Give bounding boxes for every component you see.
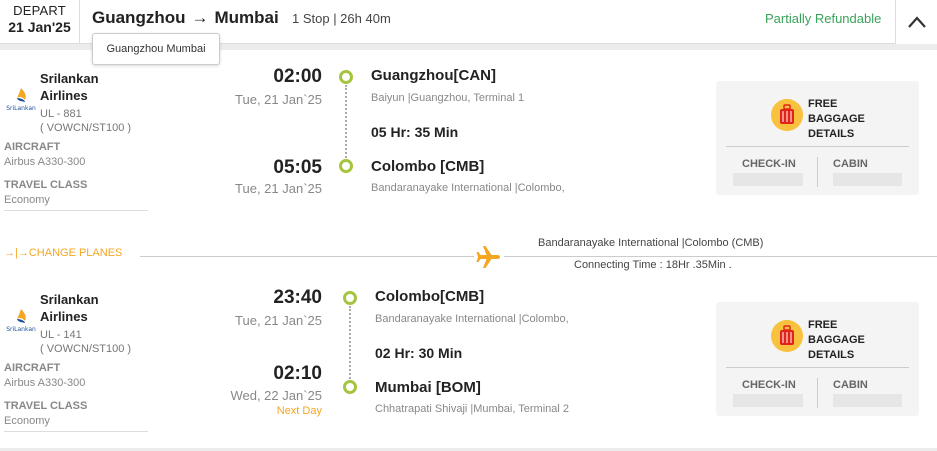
baggage-box[interactable]: FREE BAGGAGE DETAILS CHECK-IN CABIN: [716, 81, 919, 195]
svg-text:SriLankan: SriLankan: [6, 105, 36, 112]
next-day-label: Next Day: [276, 405, 322, 417]
arrival-airport: Bandaranayake International |Colombo,: [371, 182, 565, 194]
flight-segment-2: SriLankan Srilankan Airlines UL - 141 ( …: [0, 285, 937, 445]
destination-city: Mumbai: [214, 8, 279, 27]
depart-date-box: DEPART 21 Jan'25: [0, 0, 80, 44]
cabin-label: CABIN: [833, 379, 868, 391]
depart-date: 21 Jan'25: [8, 19, 71, 35]
timeline-line: [345, 85, 347, 158]
collapse-button[interactable]: [895, 0, 937, 44]
baggage-title-line: BAGGAGE: [808, 113, 865, 125]
aircraft-value: Airbus A330-300: [4, 377, 86, 389]
airplane-icon: [474, 242, 504, 272]
srilankan-logo-icon: SriLankan: [6, 88, 36, 112]
baggage-title: FREE BAGGAGE DETAILS: [808, 318, 865, 363]
origin-city: Guangzhou: [92, 8, 186, 27]
baggage-divider: [726, 367, 909, 368]
arrival-time: 05:05: [273, 157, 322, 178]
departure-airport: Baiyun |Guangzhou, Terminal 1: [371, 92, 525, 104]
arrival-date: Tue, 21 Jan`25: [235, 181, 322, 196]
departure-date: Tue, 21 Jan`25: [235, 92, 322, 107]
arrival-date: Wed, 22 Jan`25: [230, 388, 322, 403]
srilankan-logo-icon: SriLankan: [6, 309, 36, 333]
layover-line: [140, 256, 937, 257]
baggage-box[interactable]: FREE BAGGAGE DETAILS CHECK-IN CABIN: [716, 302, 919, 416]
arrival-airport: Chhatrapati Shivaji |Mumbai, Terminal 2: [375, 403, 570, 415]
departure-city: Guangzhou[CAN]: [371, 67, 496, 84]
times-column: 23:40 Tue, 21 Jan`25 02:10 Wed, 22 Jan`2…: [200, 285, 322, 445]
departure-time: 23:40: [273, 287, 322, 308]
checkin-label: CHECK-IN: [742, 379, 796, 391]
aircraft-label: AIRCRAFT: [4, 141, 61, 153]
departure-city: Colombo[CMB]: [375, 288, 485, 305]
flight-segment-1: SriLankan Srilankan Airlines UL - 881 ( …: [0, 64, 937, 224]
route-title[interactable]: Guangzhou → Mumbai: [92, 8, 279, 28]
departure-airport: Bandaranayake International |Colombo,: [375, 313, 569, 325]
connecting-time: Connecting Time : 18Hr .35Min .: [574, 259, 732, 271]
baggage-title: FREE BAGGAGE DETAILS: [808, 97, 865, 142]
refund-status: Partially Refundable: [765, 11, 882, 26]
fare-class: ( VOWCN/ST100 ): [40, 122, 132, 134]
stops-duration: 1 Stop | 26h 40m: [292, 11, 391, 26]
suitcase-icon: [771, 320, 803, 352]
flight-duration: 05 Hr: 35 Min: [371, 124, 459, 140]
baggage-title-line: FREE: [808, 98, 838, 110]
flight-details-card: SriLankan Srilankan Airlines UL - 881 ( …: [0, 50, 937, 448]
travel-class-value: Economy: [4, 194, 50, 206]
route-tooltip: Guangzhou Mumbai: [92, 33, 220, 65]
departure-date: Tue, 21 Jan`25: [235, 313, 322, 328]
timeline-line: [349, 306, 351, 379]
checkin-value-placeholder: [733, 394, 803, 407]
flight-timeline: [338, 64, 354, 224]
checkin-label: CHECK-IN: [742, 158, 796, 170]
arrival-dot-icon: [339, 159, 353, 173]
arrival-city: Mumbai [BOM]: [375, 379, 481, 396]
layover-airport: Bandaranayake International |Colombo (CM…: [538, 237, 764, 249]
flight-timeline: [342, 285, 358, 445]
aircraft-label: AIRCRAFT: [4, 362, 61, 374]
arrival-time: 02:10: [273, 363, 322, 384]
baggage-title-line: FREE: [808, 319, 838, 331]
cabin-value-placeholder: [833, 394, 902, 407]
aircraft-value: Airbus A330-300: [4, 156, 86, 168]
departure-dot-icon: [339, 70, 353, 84]
arrival-city: Colombo [CMB]: [371, 158, 485, 175]
flight-duration: 02 Hr: 30 Min: [375, 345, 463, 361]
baggage-vertical-divider: [817, 378, 818, 408]
travel-class-label: TRAVEL CLASS: [4, 179, 88, 191]
airline-info: SriLankan Srilankan Airlines UL - 141 ( …: [4, 289, 148, 432]
cabin-value-placeholder: [833, 173, 902, 186]
layover-row: →|→CHANGE PLANES Bandaranayake Internati…: [0, 236, 937, 278]
flight-number: UL - 881: [40, 108, 82, 120]
baggage-title-line: BAGGAGE: [808, 334, 865, 346]
baggage-title-line: DETAILS: [808, 128, 855, 140]
svg-text:SriLankan: SriLankan: [6, 326, 36, 333]
suitcase-icon: [771, 99, 803, 131]
baggage-vertical-divider: [817, 157, 818, 187]
change-planes-label: →|→CHANGE PLANES: [4, 247, 125, 259]
route-arrow-icon: →: [191, 8, 209, 27]
airline-name: Srilankan Airlines: [40, 292, 99, 324]
travel-class-value: Economy: [4, 415, 50, 427]
airline-name: Srilankan Airlines: [40, 71, 99, 103]
times-column: 02:00 Tue, 21 Jan`25 05:05 Tue, 21 Jan`2…: [200, 64, 322, 224]
chevron-up-icon: [907, 16, 926, 28]
departure-time: 02:00: [273, 66, 322, 87]
checkin-value-placeholder: [733, 173, 803, 186]
departure-dot-icon: [343, 291, 357, 305]
depart-label: DEPART: [13, 3, 66, 18]
travel-class-label: TRAVEL CLASS: [4, 400, 88, 412]
baggage-title-line: DETAILS: [808, 349, 855, 361]
flight-number: UL - 141: [40, 329, 82, 341]
fare-class: ( VOWCN/ST100 ): [40, 343, 132, 355]
airline-info: SriLankan Srilankan Airlines UL - 881 ( …: [4, 68, 148, 211]
baggage-divider: [726, 146, 909, 147]
arrival-dot-icon: [343, 380, 357, 394]
cabin-label: CABIN: [833, 158, 868, 170]
